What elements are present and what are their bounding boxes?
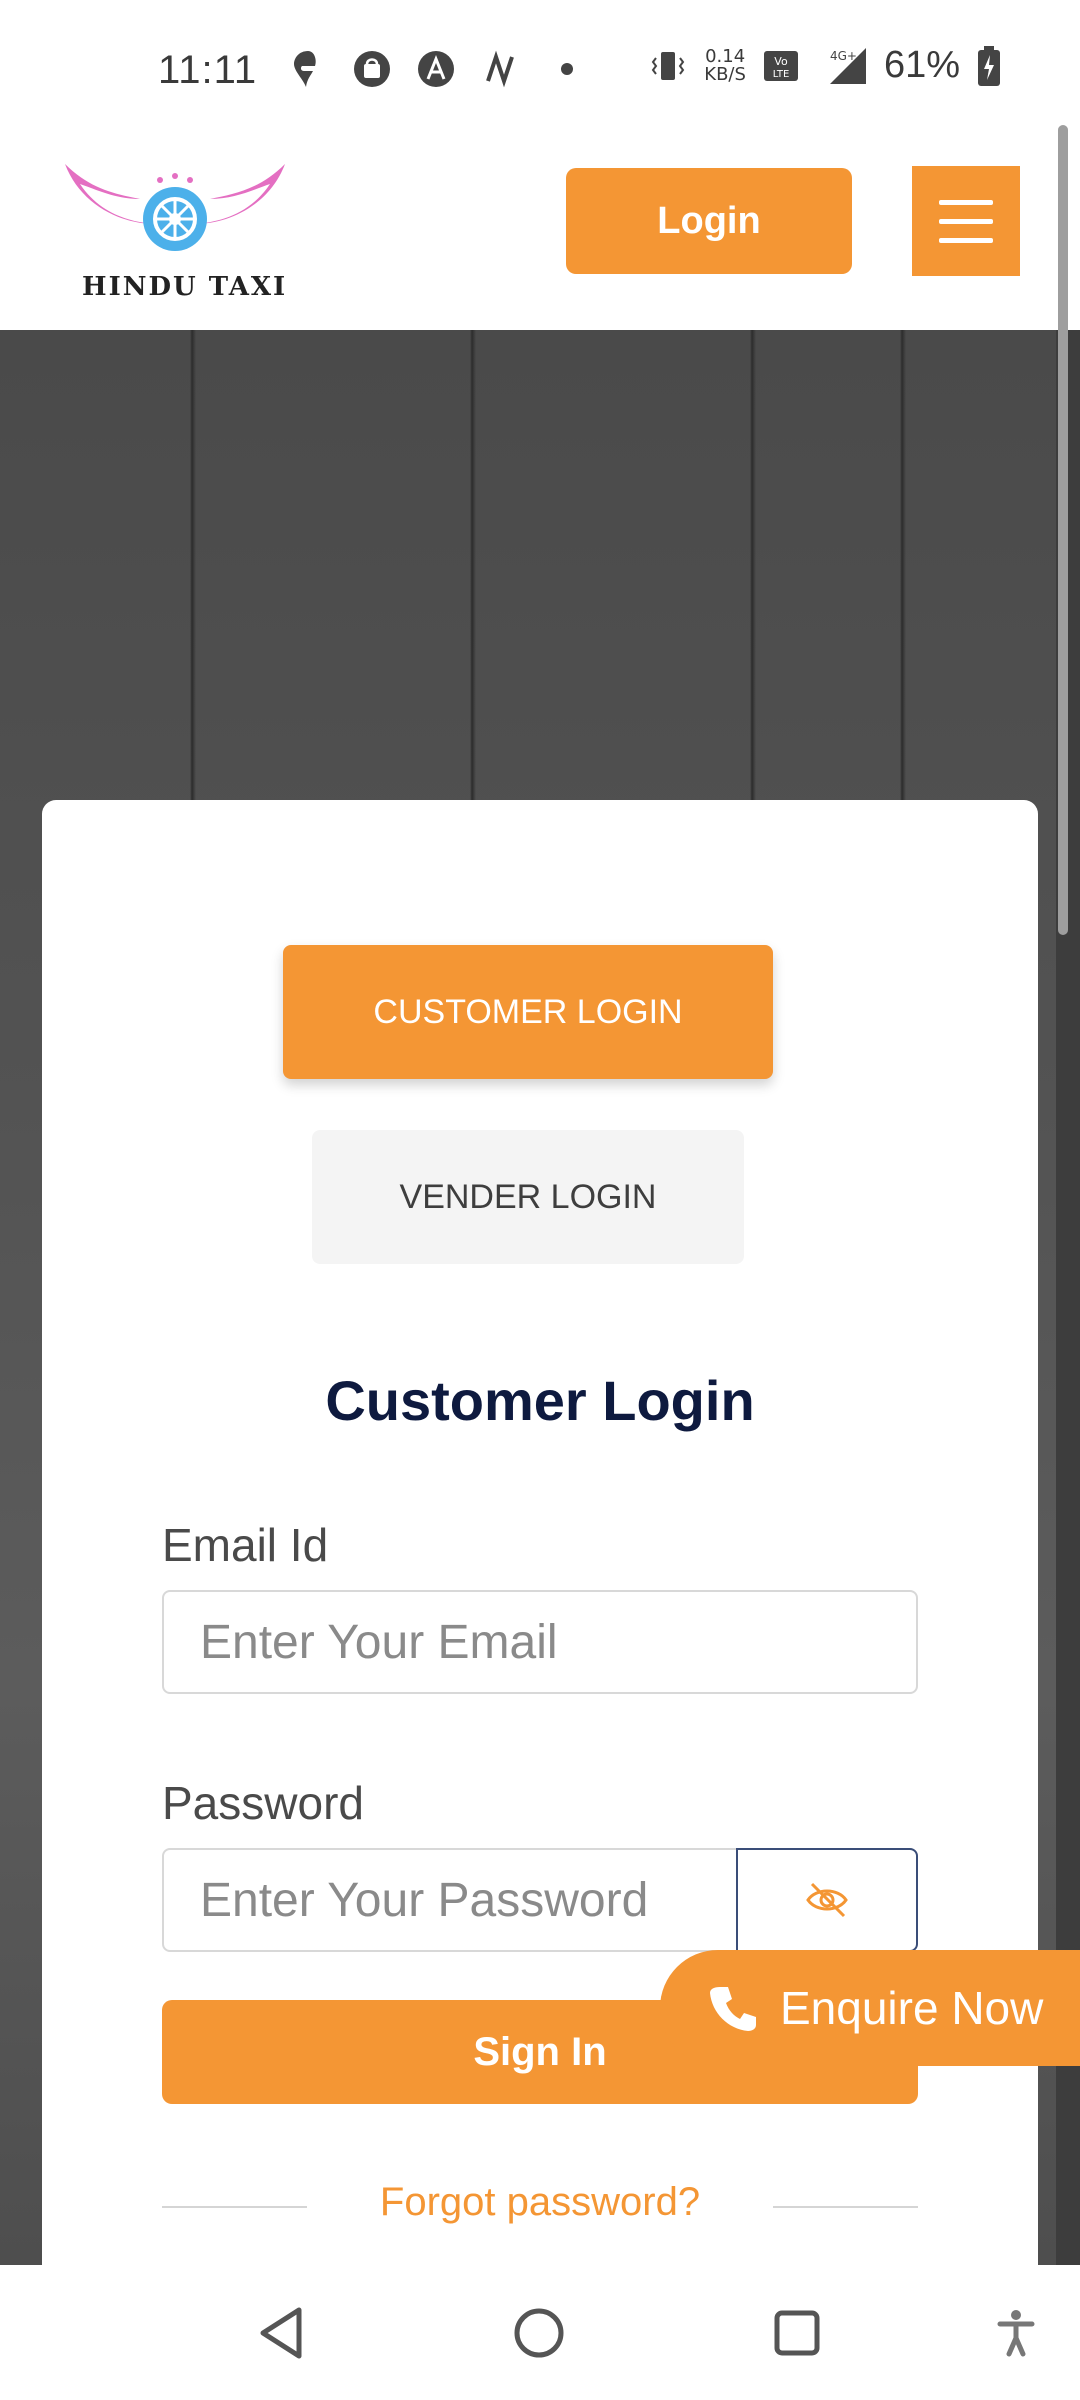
nav-recents-button[interactable] — [767, 2303, 827, 2363]
hindu-taxi-logo[interactable]: HINDU TAXI — [60, 144, 290, 304]
svg-text:LTE: LTE — [773, 69, 790, 80]
toggle-password-visibility-button[interactable] — [736, 1848, 918, 1952]
password-label: Password — [162, 1777, 364, 1829]
page-scrollbar[interactable] — [1058, 125, 1068, 935]
accessibility-icon — [997, 2310, 1035, 2357]
status-right: 0.14 KB/S Vo LTE 4G+ 61% — [648, 44, 1002, 87]
wings-wheel-logo-icon — [65, 164, 285, 251]
vibrate-icon — [652, 51, 685, 80]
back-triangle-icon — [260, 2307, 302, 2359]
more-dot-icon — [561, 63, 573, 75]
eye-slash-icon — [806, 1882, 848, 1918]
battery-percent: 61% — [883, 44, 960, 86]
divider-right — [773, 2206, 918, 2208]
volte-icon: VoLTE — [763, 50, 798, 81]
vender-login-tab[interactable]: VENDER LOGIN — [312, 1130, 744, 1264]
password-input[interactable] — [162, 1848, 738, 1952]
system-nav-bar — [0, 2265, 1080, 2400]
forgot-password-link[interactable]: Forgot password? — [162, 2180, 918, 2225]
notification-icons — [285, 46, 573, 92]
nav-back-button[interactable] — [252, 2303, 312, 2363]
site-header: HINDU TAXI Login — [0, 130, 1080, 330]
n-app-icon — [477, 46, 523, 92]
nav-accessibility-button[interactable] — [986, 2303, 1046, 2363]
header-login-button[interactable]: Login — [566, 168, 852, 274]
email-input[interactable] — [162, 1590, 918, 1694]
svg-text:4G+: 4G+ — [830, 49, 857, 63]
enquire-now-button[interactable]: Enquire Now — [660, 1950, 1080, 2066]
status-bar: 11:11 0.14 KB/S Vo LTE 4G+ 61% — [0, 0, 1080, 130]
logo-text: HINDU TAXI — [82, 272, 288, 302]
nav-home-button[interactable] — [509, 2303, 569, 2363]
net-speed: 0.14 KB/S — [704, 45, 746, 85]
form-title: Customer Login — [325, 1369, 755, 1432]
forgot-password-row: Forgot password? — [162, 2180, 918, 2230]
hamburger-icon — [939, 199, 993, 205]
customer-login-tab[interactable]: CUSTOMER LOGIN — [283, 945, 773, 1079]
hamburger-menu-button[interactable] — [912, 166, 1020, 276]
svg-text:Vo: Vo — [774, 55, 788, 68]
a-app-icon — [413, 46, 459, 92]
shopping-bag-icon — [349, 46, 395, 92]
swiggy-icon — [285, 46, 331, 92]
enquire-now-label: Enquire Now — [780, 1982, 1044, 2034]
battery-charging-icon — [978, 45, 1000, 86]
recents-square-icon — [774, 2310, 820, 2356]
signal-icon: 4G+ — [829, 47, 866, 84]
status-time: 11:11 — [158, 48, 258, 92]
home-circle-icon — [514, 2308, 564, 2358]
email-label: Email Id — [162, 1519, 329, 1571]
phone-icon — [710, 1987, 756, 2031]
